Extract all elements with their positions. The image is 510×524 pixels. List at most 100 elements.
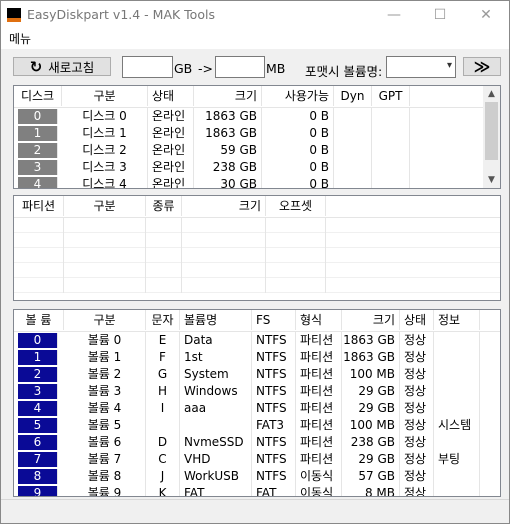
empty-cell: [14, 218, 64, 233]
disk-size: 1863 GB: [194, 108, 262, 125]
disk-table-header: 디스크 구분 상태 크기 사용가능 Dyn GPT: [14, 86, 500, 108]
disk-size: 59 GB: [194, 142, 262, 159]
volume-size: 29 GB: [342, 451, 400, 468]
volume-label: [180, 417, 252, 434]
col-label[interactable]: 볼륨명: [180, 310, 252, 330]
scroll-down-icon[interactable]: ▼: [483, 172, 500, 188]
col-name[interactable]: 구분: [64, 196, 146, 216]
mb-input[interactable]: [215, 56, 265, 78]
volume-letter: J: [146, 468, 180, 485]
volume-fs: NTFS: [252, 451, 296, 468]
volume-name: 볼륨 2: [64, 366, 146, 383]
volume-info: [434, 434, 480, 451]
empty-cell: [146, 233, 182, 248]
table-row[interactable]: 1 볼륨 1 F 1st NTFS 파티션 1863 GB 정상: [14, 349, 500, 366]
table-row[interactable]: 5 볼륨 5 FAT3 파티션 100 MB 정상 시스템: [14, 417, 500, 434]
volume-status: 정상: [400, 332, 434, 349]
volume-type: 파티션: [296, 400, 342, 417]
menu-item-main[interactable]: 메뉴: [9, 30, 31, 47]
volume-size: 100 MB: [342, 417, 400, 434]
empty-cell: [64, 218, 146, 233]
empty-cell: [266, 218, 326, 233]
title-bar[interactable]: EasyDiskpart v1.4 - MAK Tools — ☐ ✕: [1, 1, 509, 29]
maximize-button[interactable]: ☐: [417, 1, 463, 29]
volume-label: Data: [180, 332, 252, 349]
scroll-thumb[interactable]: [485, 102, 498, 160]
disk-rows: 0 디스크 0 온라인 1863 GB 0 B 1 디스크 1 온라인 1863 GB 0 B2디…: [14, 108, 500, 188]
col-fs[interactable]: FS: [252, 310, 296, 330]
close-button[interactable]: ✕: [463, 1, 509, 29]
scroll-up-icon[interactable]: ▲: [483, 86, 500, 102]
col-info[interactable]: 정보: [434, 310, 480, 330]
minimize-button[interactable]: —: [371, 1, 417, 29]
disk-index: 4: [18, 177, 58, 188]
table-row[interactable]: 4 디스크 4 온라인 30 GB 0 B: [14, 176, 500, 188]
table-row[interactable]: 3 디스크 3 온라인 238 GB 0 B: [14, 159, 500, 176]
col-size[interactable]: 크기: [182, 196, 266, 216]
disk-free: 0 B: [262, 125, 334, 142]
disk-free: 0 B: [262, 176, 334, 188]
col-letter[interactable]: 문자: [146, 310, 180, 330]
table-row[interactable]: 3 볼륨 3 H Windows NTFS 파티션 29 GB 정상: [14, 383, 500, 400]
col-type[interactable]: 형식: [296, 310, 342, 330]
col-disk[interactable]: 디스크: [14, 86, 62, 106]
table-row[interactable]: 0 볼륨 0 E Data NTFS 파티션 1863 GB 정상: [14, 332, 500, 349]
volume-label: NvmeSSD: [180, 434, 252, 451]
col-free[interactable]: 사용가능: [262, 86, 334, 106]
col-kind[interactable]: 종류: [146, 196, 182, 216]
col-size[interactable]: 크기: [342, 310, 400, 330]
table-row[interactable]: 2 디스크 2 온라인 59 GB 0 B: [14, 142, 500, 159]
volume-info: 부팅: [434, 451, 480, 468]
col-partition[interactable]: 파티션: [14, 196, 64, 216]
volume-type: 파티션: [296, 383, 342, 400]
volume-size: 238 GB: [342, 434, 400, 451]
table-row[interactable]: 9 볼륨 9 K FAT FAT 이동식 8 MB 정상: [14, 485, 500, 496]
volume-status: 정상: [400, 400, 434, 417]
table-row[interactable]: 8 볼륨 8 J WorkUSB NTFS 이동식 57 GB 정상: [14, 468, 500, 485]
volume-status: 정상: [400, 485, 434, 496]
refresh-button[interactable]: ↻ 새로고침: [13, 57, 111, 76]
col-size[interactable]: 크기: [194, 86, 262, 106]
volume-label: aaa: [180, 400, 252, 417]
disk-size: 30 GB: [194, 176, 262, 188]
disk-size: 1863 GB: [194, 125, 262, 142]
col-dyn[interactable]: Dyn: [334, 86, 372, 106]
volume-type: 파티션: [296, 332, 342, 349]
table-row[interactable]: 4 볼륨 4 Iaaa NTFS 파티션 29 GB 정상: [14, 400, 500, 417]
volume-size: 57 GB: [342, 468, 400, 485]
col-gpt[interactable]: GPT: [372, 86, 410, 106]
volume-name: 볼륨 7: [64, 451, 146, 468]
volume-table[interactable]: 볼 륨 구분 문자 볼륨명 FS 형식 크기 상태 정보 0 볼륨 0 E Data N…: [13, 309, 501, 497]
volume-name-select[interactable]: ▾: [386, 56, 456, 78]
table-row[interactable]: 6 볼륨 6 D NvmeSSD NTFS 파티션 238 GB 정상: [14, 434, 500, 451]
table-row[interactable]: 7 볼륨 7 C VHD NTFS 파티션 29 GB 정상 부팅: [14, 451, 500, 468]
disk-index: 2: [18, 143, 58, 158]
col-status[interactable]: 상태: [400, 310, 434, 330]
partition-table[interactable]: 파티션 구분 종류 크기 오프셋: [13, 195, 501, 301]
disk-table-scrollbar[interactable]: ▲ ▼: [483, 86, 500, 188]
table-row[interactable]: 2 볼륨 2 G System NTFS 파티션 100 MB 정상: [14, 366, 500, 383]
table-row[interactable]: 1 디스크 1 온라인 1863 GB 0 B: [14, 125, 500, 142]
col-offset[interactable]: 오프셋: [266, 196, 326, 216]
volume-type: 파티션: [296, 366, 342, 383]
volume-letter: F: [146, 349, 180, 366]
disk-dyn: [334, 176, 372, 188]
volume-label: System: [180, 366, 252, 383]
volume-fs: NTFS: [252, 383, 296, 400]
toolbar: ↻ 새로고침 GB -> MB 포맷시 볼륨명: ▾ ≫: [1, 49, 509, 85]
table-row[interactable]: 0 디스크 0 온라인 1863 GB 0 B: [14, 108, 500, 125]
col-status[interactable]: 상태: [148, 86, 194, 106]
execute-button[interactable]: ≫: [463, 57, 501, 76]
disk-table[interactable]: 디스크 구분 상태 크기 사용가능 Dyn GPT 0 디스크 0 온라인 1863 …: [13, 85, 501, 189]
empty-cell: [14, 263, 64, 278]
volume-letter: H: [146, 383, 180, 400]
col-name[interactable]: 구분: [62, 86, 148, 106]
status-bar: [1, 499, 509, 523]
col-volume[interactable]: 볼 륨: [14, 310, 64, 330]
volume-name: 볼륨 0: [64, 332, 146, 349]
volume-label: 1st: [180, 349, 252, 366]
col-name[interactable]: 구분: [64, 310, 146, 330]
disk-free: 0 B: [262, 159, 334, 176]
volume-fs: NTFS: [252, 366, 296, 383]
gb-input[interactable]: [122, 56, 173, 78]
